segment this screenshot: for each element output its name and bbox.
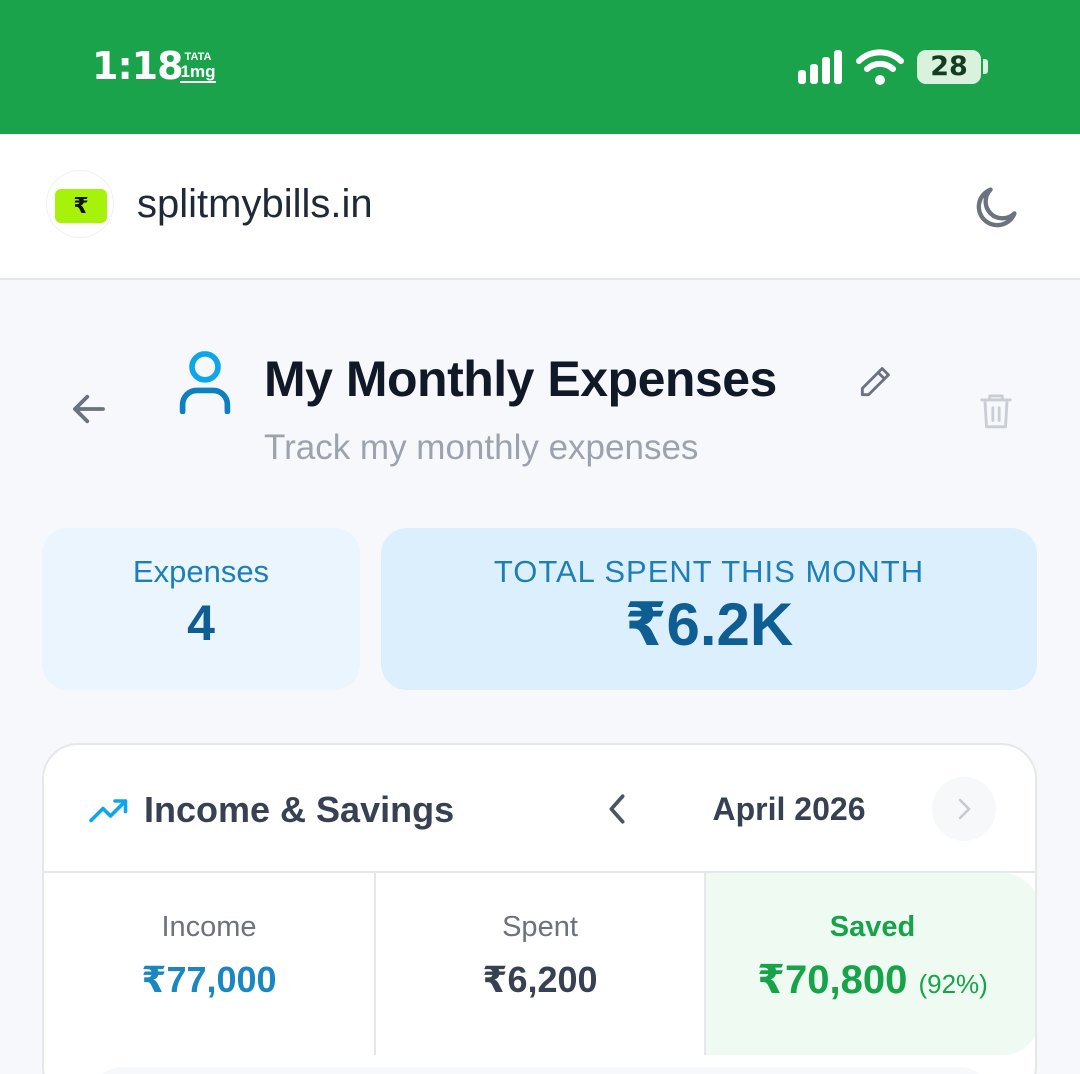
back-arrow-icon[interactable] [68,388,110,430]
logo-symbol: ₹ [73,193,89,218]
trending-up-icon [89,799,128,823]
spent-cell: Spent ₹6,200 [376,873,706,1055]
income-label: Income [161,911,257,943]
battery-level: 28 [930,51,968,82]
saved-label: Saved [829,911,916,943]
notification-line2: 1mg [180,62,216,83]
total-spent-value: ₹6.2K [624,591,794,658]
page-subtitle: Track my monthly expenses [264,428,699,467]
trash-icon[interactable] [977,390,1015,432]
site-logo[interactable]: ₹ [46,170,114,238]
moon-icon[interactable] [970,182,1022,234]
current-month-label: April 2026 [712,791,866,827]
user-icon [179,351,231,414]
next-month-button[interactable] [932,777,996,841]
signal-icon [798,50,842,84]
chevron-right-icon [958,798,971,820]
saved-cell: Saved ₹70,800 (92%) [706,873,1035,1055]
page-title: My Monthly Expenses [264,351,777,407]
tata-1mg-notification-icon: TATA 1mg [180,52,216,84]
saved-value-row: ₹70,800 (92%) [706,957,1035,1003]
spent-value: ₹6,200 [482,959,598,1000]
status-time: 1:18 [92,44,184,88]
spent-label: Spent [502,911,578,943]
total-spent-label: TOTAL SPENT THIS MONTH [493,554,925,589]
expenses-label: Expenses [132,554,270,589]
prev-month-chevron-icon[interactable] [600,789,634,829]
income-value[interactable]: ₹77,000 [44,959,374,1001]
income-card-header: Income & Savings April 2026 [44,745,1035,873]
battery-icon: 28 [917,50,981,84]
income-savings-title: Income & Savings [144,789,455,830]
saved-percent: (92%) [918,969,988,999]
expenses-count-card: Expenses 4 [42,528,360,690]
total-spent-card: TOTAL SPENT THIS MONTH ₹6.2K [381,528,1037,690]
status-bar: 1:18 TATA 1mg 28 [0,0,1080,134]
pencil-icon[interactable] [856,363,894,401]
rupee-logo-icon: ₹ [55,189,107,223]
expenses-count: 4 [187,595,215,651]
income-savings-card: Income & Savings April 2026 Income ₹77,0… [42,743,1037,1074]
battery-tip [983,59,988,74]
wifi-icon [856,49,904,85]
income-cell: Income ₹77,000 [44,873,376,1055]
app-header: ₹ splitmybills.in [0,134,1080,280]
partial-row [92,1067,990,1074]
site-name[interactable]: splitmybills.in [137,182,373,227]
saved-value: ₹70,800 [757,958,908,1002]
